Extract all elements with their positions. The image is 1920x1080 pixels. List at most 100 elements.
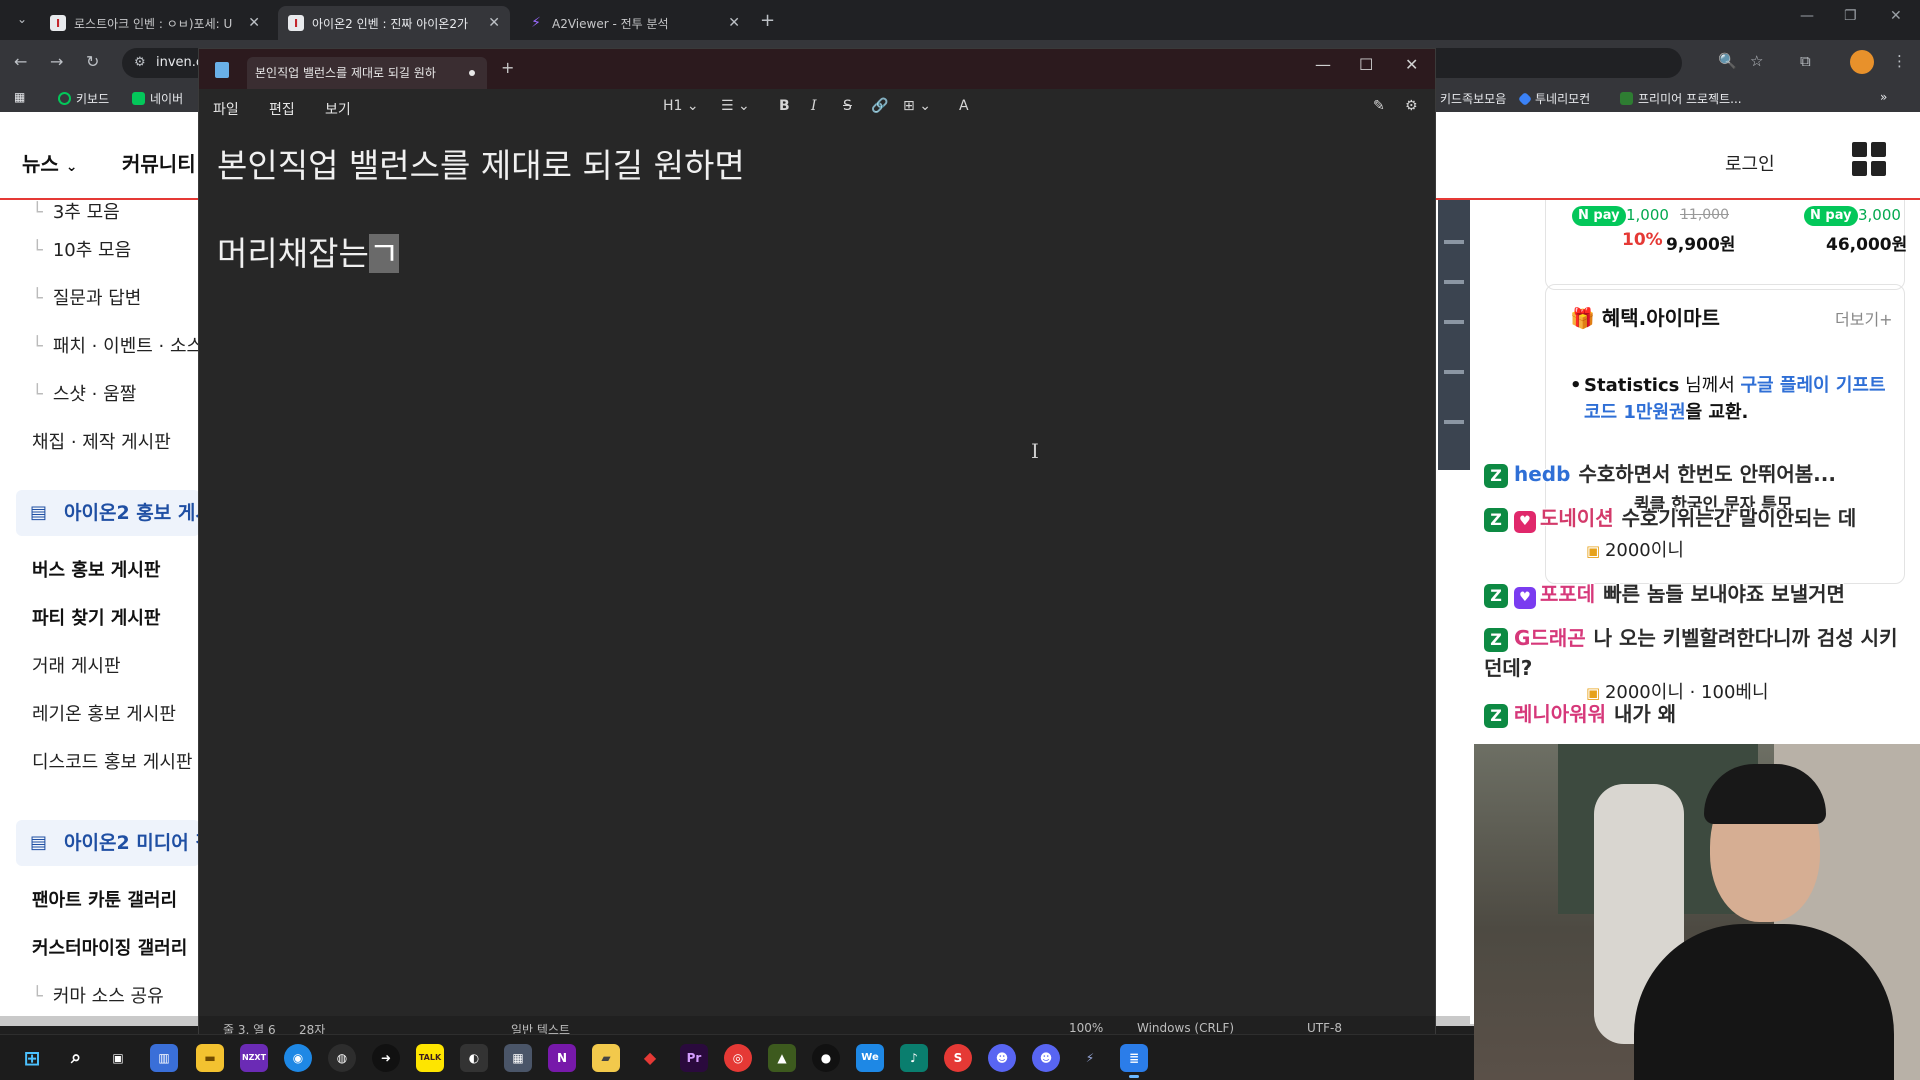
spellcheck-button[interactable]: A bbox=[959, 98, 969, 114]
reload-icon[interactable]: ↻ bbox=[86, 52, 99, 71]
app-icon[interactable]: ● bbox=[812, 1044, 840, 1072]
bookmark-item[interactable]: 프리미어 프로젝트... bbox=[1620, 90, 1742, 107]
list-dropdown[interactable]: ☰ ⌄ bbox=[721, 98, 750, 114]
more-link[interactable]: 더보기+ bbox=[1835, 306, 1893, 330]
strikethrough-button[interactable]: S bbox=[843, 98, 852, 114]
nzxt-icon[interactable]: NZXT bbox=[240, 1044, 268, 1072]
notepad-icon[interactable]: ≣ bbox=[1120, 1044, 1148, 1078]
notepad-editor[interactable]: 본인직업 밸런스를 제대로 되길 원하면 머리채잡는ㄱ I bbox=[199, 125, 1435, 1005]
sticky-notes-icon[interactable]: ▰ bbox=[592, 1044, 620, 1072]
menu-item[interactable]: 버스 홍보 게시판 bbox=[32, 556, 160, 582]
windows-start-icon[interactable]: ⊞ bbox=[18, 1044, 46, 1072]
minimize-icon[interactable]: — bbox=[1800, 8, 1814, 24]
status-encoding[interactable]: UTF-8 bbox=[1307, 1021, 1342, 1035]
menu-item[interactable]: 스샷 · 움짤 bbox=[32, 380, 136, 406]
menu-item[interactable]: 커마 소스 공유 bbox=[32, 982, 164, 1008]
restore-icon[interactable]: ❐ bbox=[1844, 8, 1857, 24]
close-icon[interactable]: ✕ bbox=[1890, 8, 1902, 24]
premiere-icon[interactable]: Pr bbox=[680, 1044, 708, 1072]
italic-button[interactable]: I bbox=[811, 98, 817, 114]
onenote-icon[interactable]: N bbox=[548, 1044, 576, 1072]
notepad-new-tab-icon[interactable]: + bbox=[501, 58, 514, 77]
zoom-icon[interactable]: 🔍 bbox=[1718, 52, 1737, 70]
notepad-menubar: 파일 편집 보기 H1 ⌄ ☰ ⌄ B I S 🔗 ⊞ ⌄ A ✎ ⚙ bbox=[199, 89, 1435, 125]
menu-item[interactable]: 채집 · 제작 게시판 bbox=[32, 428, 171, 454]
menu-item[interactable]: 팬아트 카툰 갤러리 bbox=[32, 886, 177, 912]
menu-file[interactable]: 파일 bbox=[213, 99, 239, 119]
app-icon[interactable]: ◐ bbox=[460, 1044, 488, 1072]
link-button[interactable]: 🔗 bbox=[871, 98, 888, 114]
menu-item[interactable]: 거래 게시판 bbox=[32, 652, 121, 678]
bookmark-item[interactable]: 키드족보모음 bbox=[1440, 90, 1506, 107]
status-zoom[interactable]: 100% bbox=[1069, 1021, 1103, 1035]
forward-icon[interactable]: → bbox=[50, 52, 63, 71]
original-price: 11,000 bbox=[1680, 207, 1729, 223]
copilot-icon[interactable]: ✎ bbox=[1373, 98, 1385, 114]
site-info-icon[interactable]: ⚙ bbox=[134, 48, 146, 78]
app-icon[interactable]: ➜ bbox=[372, 1044, 400, 1072]
browser-tab[interactable]: ⚡ A2Viewer - 전투 분석 ✕ bbox=[518, 6, 750, 40]
menu-group-media[interactable]: 아이온2 미디어 갤러리 bbox=[16, 820, 200, 866]
menu-item[interactable]: 패치 · 이벤트 · 소스 bbox=[32, 332, 203, 358]
discord-icon[interactable]: ☻ bbox=[1032, 1044, 1060, 1072]
widgets-icon[interactable]: ▥ bbox=[150, 1044, 178, 1072]
apps-grid-icon[interactable]: ▦ bbox=[14, 90, 25, 104]
menu-item[interactable]: 레기온 홍보 게시판 bbox=[32, 700, 176, 726]
menu-item[interactable]: 파티 찾기 게시판 bbox=[32, 604, 160, 630]
notepad-tab[interactable]: 본인직업 밸런스를 제대로 되길 원하 bbox=[247, 57, 487, 89]
calculator-icon[interactable]: ▦ bbox=[504, 1044, 532, 1072]
kakaotalk-icon[interactable]: TALK bbox=[416, 1044, 444, 1072]
menu-grid-icon[interactable] bbox=[1852, 142, 1886, 176]
nav-community[interactable]: 커뮤니티 bbox=[122, 148, 196, 177]
close-tab-icon[interactable]: ✕ bbox=[248, 15, 260, 31]
nav-news[interactable]: 뉴스 ⌄ bbox=[22, 148, 78, 177]
bold-button[interactable]: B bbox=[779, 98, 790, 114]
notepad-window: 본인직업 밸런스를 제대로 되길 원하 + — ☐ ✕ 파일 편집 보기 H1 … bbox=[198, 48, 1436, 1040]
new-tab-icon[interactable]: + bbox=[760, 10, 775, 31]
discord-icon[interactable]: ☻ bbox=[988, 1044, 1016, 1072]
bookmark-item[interactable]: 네이버 bbox=[132, 90, 183, 107]
notepad-minimize-icon[interactable]: — bbox=[1315, 55, 1331, 74]
weverse-icon[interactable]: We bbox=[856, 1044, 884, 1072]
profile-avatar[interactable] bbox=[1850, 50, 1874, 74]
menu-group-promo[interactable]: 아이온2 홍보 게시판 bbox=[16, 490, 200, 536]
menu-item[interactable]: 10추 모음 bbox=[32, 236, 131, 262]
app-icon[interactable]: ◍ bbox=[328, 1044, 356, 1072]
task-view-icon[interactable]: ▣ bbox=[104, 1044, 132, 1072]
close-tab-icon[interactable]: ✕ bbox=[728, 15, 740, 31]
browser-tab[interactable]: I 로스트아크 인벤 : ㅇㅂ)포세: U ✕ bbox=[40, 6, 270, 40]
browser-tab-active[interactable]: I 아이온2 인벤 : 진짜 아이온2가 ✕ bbox=[278, 6, 510, 40]
tiktok-icon[interactable]: ♪ bbox=[900, 1044, 928, 1072]
chrome-icon[interactable]: ◎ bbox=[724, 1044, 752, 1072]
more-bookmarks-icon[interactable]: » bbox=[1880, 90, 1887, 104]
app-icon[interactable]: ▲ bbox=[768, 1044, 796, 1072]
back-icon[interactable]: ← bbox=[14, 52, 27, 71]
menu-kebab-icon[interactable]: ⋮ bbox=[1892, 52, 1907, 70]
app-icon[interactable]: ◆ bbox=[636, 1044, 664, 1072]
file-explorer-icon[interactable]: ▬ bbox=[196, 1044, 224, 1072]
bookmark-item[interactable]: 투네리모컨 bbox=[1517, 90, 1590, 107]
settings-gear-icon[interactable]: ⚙ bbox=[1405, 98, 1418, 114]
bookmark-item[interactable]: 키보드 bbox=[58, 90, 109, 107]
notepad-maximize-icon[interactable]: ☐ bbox=[1359, 55, 1373, 74]
notepad-close-icon[interactable]: ✕ bbox=[1405, 55, 1418, 74]
app-icon[interactable]: S bbox=[944, 1044, 972, 1072]
bookmark-star-icon[interactable]: ☆ bbox=[1750, 52, 1763, 70]
status-line-ending[interactable]: Windows (CRLF) bbox=[1137, 1021, 1234, 1035]
keyboard-bookmark-icon bbox=[58, 92, 71, 105]
table-dropdown[interactable]: ⊞ ⌄ bbox=[903, 98, 931, 114]
menu-view[interactable]: 보기 bbox=[325, 99, 351, 119]
close-tab-icon[interactable]: ✕ bbox=[488, 15, 500, 31]
menu-item[interactable]: 질문과 답변 bbox=[32, 284, 142, 310]
heading-dropdown[interactable]: H1 ⌄ bbox=[663, 98, 699, 114]
menu-item[interactable]: 3추 모음 bbox=[32, 198, 120, 224]
login-link[interactable]: 로그인 bbox=[1725, 150, 1775, 176]
menu-edit[interactable]: 편집 bbox=[269, 99, 295, 119]
app-icon[interactable]: ◉ bbox=[284, 1044, 312, 1072]
search-icon[interactable]: ⌕ bbox=[62, 1044, 90, 1072]
menu-item[interactable]: 디스코드 홍보 게시판 bbox=[32, 748, 192, 774]
app-icon[interactable]: ⚡ bbox=[1076, 1044, 1104, 1072]
tab-search-icon[interactable]: ⌄ bbox=[12, 9, 32, 29]
menu-item[interactable]: 커스터마이징 갤러리 bbox=[32, 934, 187, 960]
extensions-icon[interactable]: ⧉ bbox=[1800, 52, 1811, 70]
